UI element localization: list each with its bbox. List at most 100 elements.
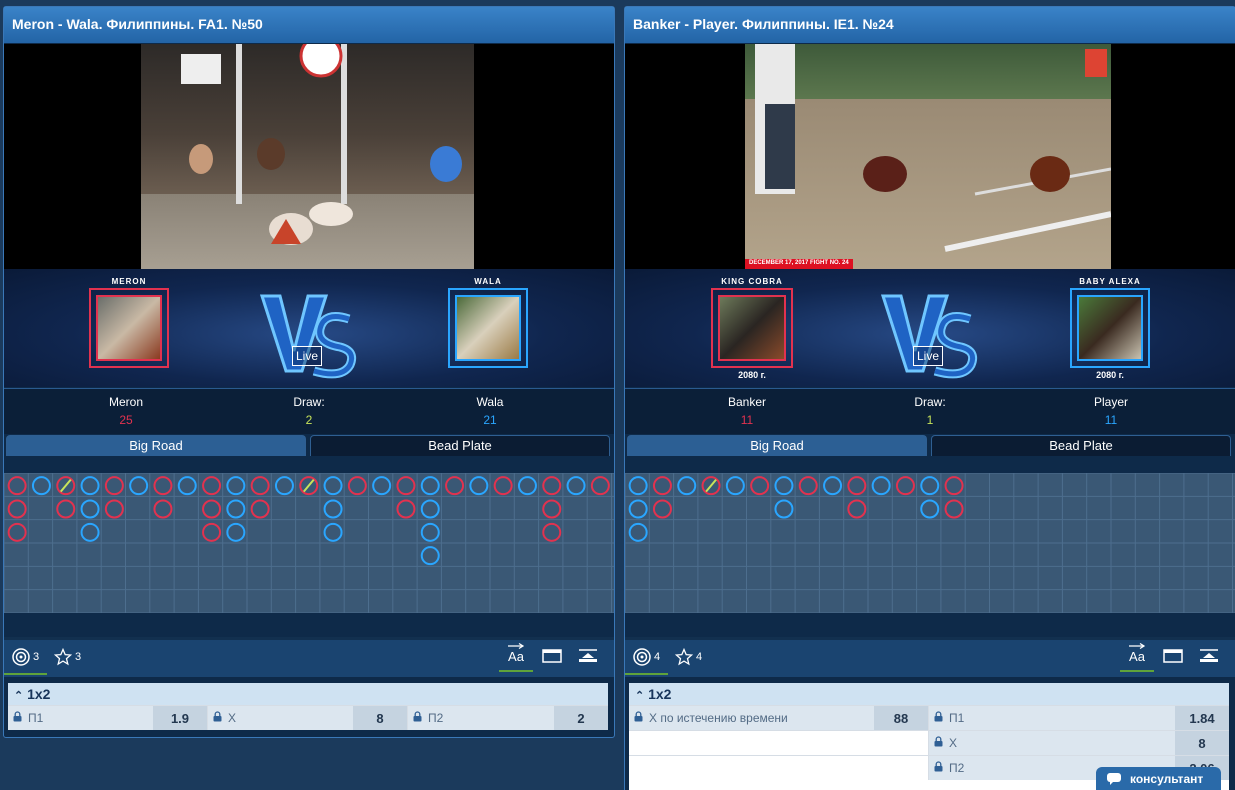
road-marker-blue [274,476,294,496]
favorites-button[interactable]: 3 [54,648,81,666]
road-marker-blue [420,499,440,519]
road-marker-blue [323,522,343,542]
font-size-button[interactable]: Aa [1120,643,1154,672]
odd-cell[interactable]: X 8 [929,731,1229,755]
favorites-button[interactable]: 4 [675,648,702,666]
fighter-year: 2080 г. [738,370,766,380]
fighter-left: KING COBRA 2080 г. [711,277,793,380]
vs-logo-icon [259,294,357,379]
fighter-left: MERON [89,277,169,368]
star-icon [54,648,72,666]
outcome-label: П1 [28,711,44,725]
road-marker-red [202,476,222,496]
score-board: Banker 11 Draw: 1 Player 11 [625,388,1235,434]
road-marker-red [542,476,562,496]
team-right-score: 11 [1104,413,1118,427]
chevron-up-icon: ⌃ [635,690,645,702]
collapse-button[interactable] [1199,648,1219,664]
tab-big-road[interactable]: Big Road [6,435,306,456]
road-marker-red [56,499,76,519]
consultant-button[interactable]: консультант [1096,767,1221,790]
odd-cell[interactable]: П2 2 [408,706,608,730]
collapse-icon [579,649,597,662]
score-board: Meron 25 Draw: 2 Wala 21 [4,388,614,434]
market-header[interactable]: ⌃ 1x2 [629,683,1229,705]
road-marker-red [590,476,610,496]
odd-cell[interactable]: X по истечению времени 88 [629,706,929,730]
road-marker-red [944,499,964,519]
road-marker-blue [920,476,940,496]
road-marker-blue [420,476,440,496]
font-size-button[interactable]: Aa [499,643,533,672]
tracked-button[interactable]: 3 [4,648,48,675]
big-road-grid [4,473,614,613]
road-marker-blue [323,499,343,519]
video-stream[interactable]: DECEMBER 17, 2017 FIGHT NO. 24 [625,44,1235,269]
panel-title[interactable]: Banker - Player. Филиппины. IE1. №24 [625,7,1235,43]
road-marker-red [396,499,416,519]
fighter-photo [1070,288,1150,368]
live-badge: Live [292,346,322,366]
market-title: 1x2 [27,686,51,702]
road-marker-blue [129,476,149,496]
panel-toolbar: 4 4 Aa [625,637,1235,677]
chat-icon [1107,772,1121,785]
road-marker-red [347,476,367,496]
chevron-up-icon: ⌃ [14,690,24,702]
road-marker-blue [80,476,100,496]
target-icon [633,648,651,666]
tracked-count: 4 [654,651,661,663]
odd-cell[interactable]: X 8 [208,706,408,730]
font-icon: Aa [508,649,524,664]
road-marker-red [542,499,562,519]
lock-icon [213,711,222,725]
draw-score: 2 [305,413,313,427]
road-marker-red [652,499,672,519]
outcome-odd: 88 [874,706,928,730]
lock-icon [634,711,643,725]
lock-icon [934,711,943,725]
road-marker-red [798,476,818,496]
road-marker-red [250,499,270,519]
road-marker-red [104,476,124,496]
video-stream[interactable] [4,44,614,269]
road-marker-red [202,499,222,519]
video-frame: DECEMBER 17, 2017 FIGHT NO. 24 [745,44,1111,269]
window-button[interactable] [542,648,562,664]
road-marker-draw [59,479,72,493]
outcome-odd: 1.9 [153,706,207,730]
road-marker-red [202,522,222,542]
empty-cell [629,756,929,780]
road-marker-blue [80,499,100,519]
tab-bead-plate[interactable]: Bead Plate [310,435,610,456]
collapse-button[interactable] [578,648,598,664]
window-button[interactable] [1163,648,1183,664]
road-marker-red [7,522,27,542]
road-marker-blue [628,476,648,496]
outcome-label: X по истечению времени [649,711,788,725]
empty-cell [629,731,929,755]
road-marker-blue [420,546,440,566]
road-marker-red [7,499,27,519]
road-marker-red [153,499,173,519]
odd-cell[interactable]: П1 1.84 [929,706,1229,730]
road-marker-blue [920,499,940,519]
panel-title[interactable]: Meron - Wala. Филиппины. FA1. №50 [4,7,614,43]
road-marker-red [153,476,173,496]
collapse-icon [1200,649,1218,662]
road-marker-red [944,476,964,496]
draw-score: 1 [926,413,934,427]
tab-bead-plate[interactable]: Bead Plate [931,435,1231,456]
market-header[interactable]: ⌃ 1x2 [8,683,608,705]
tab-big-road[interactable]: Big Road [627,435,927,456]
odd-cell[interactable]: П1 1.9 [8,706,208,730]
market-row: П1 1.9 X 8 П2 2 [8,705,608,730]
road-marker-red [847,476,867,496]
road-marker-blue [226,499,246,519]
road-marker-red [895,476,915,496]
window-icon [1163,649,1183,663]
tracked-button[interactable]: 4 [625,648,669,675]
outcome-label: X [949,736,958,750]
window-icon [542,649,562,663]
fighter-name: KING COBRA [721,277,783,286]
